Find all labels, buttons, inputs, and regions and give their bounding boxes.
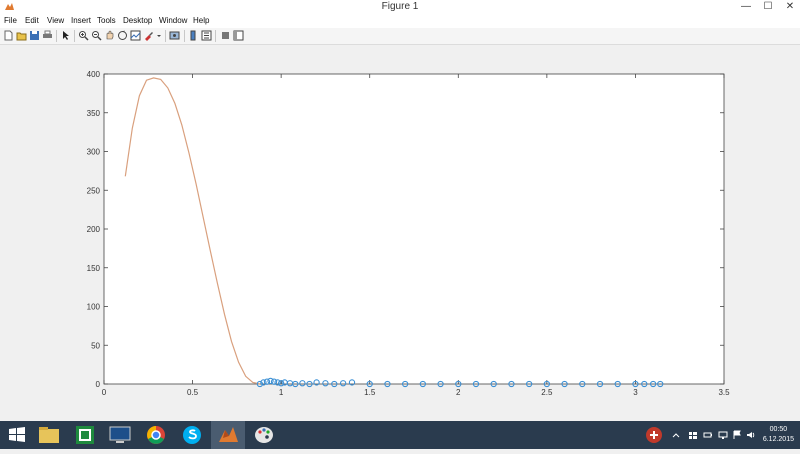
open-file-icon[interactable] [16, 30, 27, 41]
show-hidden-icons-icon[interactable] [672, 430, 680, 440]
y-tick-label: 300 [87, 148, 101, 157]
figure-toolbar [0, 28, 800, 45]
pan-icon[interactable] [104, 30, 115, 41]
brush-dropdown-icon[interactable] [156, 30, 162, 41]
x-tick-label: 2 [456, 388, 461, 397]
menu-desktop[interactable]: Desktop [123, 16, 152, 25]
taskbar-file-explorer[interactable] [32, 421, 66, 449]
paint-icon [255, 427, 273, 443]
chrome-icon [147, 426, 165, 444]
link-plot-icon[interactable] [169, 30, 180, 41]
menu-bar: File Edit View Insert Tools Desktop Wind… [0, 14, 800, 28]
volume-icon[interactable] [746, 430, 756, 440]
pointer-icon[interactable] [60, 30, 71, 41]
skype-icon [183, 426, 201, 444]
x-tick-label: 3 [633, 388, 638, 397]
window-titlebar: Figure 1 — ☐ ✕ [0, 0, 800, 14]
network-icon[interactable] [718, 430, 728, 440]
toolbar-separator [165, 30, 166, 42]
x-tick-label: 1 [279, 388, 284, 397]
axes-box [103, 73, 725, 385]
clock-time: 00:50 [769, 426, 788, 433]
save-icon[interactable] [29, 30, 40, 41]
colorbar-icon[interactable] [188, 30, 199, 41]
y-tick-label: 150 [87, 264, 101, 273]
windows-taskbar: 00:50 6.12.2015 [0, 421, 800, 449]
menu-edit[interactable]: Edit [25, 16, 39, 25]
flag-icon[interactable] [732, 430, 742, 440]
close-button[interactable]: ✕ [779, 0, 800, 14]
legend-icon[interactable] [201, 30, 212, 41]
zoom-in-icon[interactable] [78, 30, 89, 41]
window-title: Figure 1 [381, 1, 419, 12]
y-tick-label: 50 [91, 341, 100, 350]
remote-desktop-icon [109, 426, 131, 443]
y-tick-label: 400 [87, 70, 101, 79]
taskbar-skype[interactable] [175, 421, 209, 449]
y-tick-label: 350 [87, 109, 101, 118]
toolbar-separator [184, 30, 185, 42]
zoom-out-icon[interactable] [91, 30, 102, 41]
x-tick-label: 0.5 [187, 388, 199, 397]
show-plot-tools-icon[interactable] [233, 30, 244, 41]
windows-start-button[interactable] [0, 421, 34, 449]
system-clock[interactable]: 00:50 6.12.2015 [763, 425, 794, 445]
y-tick-label: 0 [96, 380, 101, 389]
brush-icon[interactable] [143, 30, 154, 41]
taskbar-paint[interactable] [247, 421, 281, 449]
hide-plot-tools-icon[interactable] [220, 30, 231, 41]
toolbar-separator [74, 30, 75, 42]
windows-start-icon [9, 427, 25, 442]
clock-date: 6.12.2015 [762, 436, 794, 443]
line-chart[interactable]: 0 0.5 1 1.5 2 2.5 3 3.5 0 50 100 150 200 250 300 350 400 [0, 45, 800, 421]
windows-flag-tray-icon[interactable] [688, 430, 698, 440]
x-tick-label: 1.5 [364, 388, 376, 397]
taskbar-chrome[interactable] [139, 421, 173, 449]
taskbar-matlab[interactable] [211, 421, 245, 449]
menu-insert[interactable]: Insert [71, 16, 91, 25]
menu-view[interactable]: View [47, 16, 64, 25]
y-tick-label: 250 [87, 186, 101, 195]
x-tick-label: 0 [102, 388, 107, 397]
menu-tools[interactable]: Tools [97, 16, 116, 25]
taskbar-remote-desktop[interactable] [103, 421, 137, 449]
matlab-icon [219, 427, 238, 442]
y-tick-label: 100 [87, 303, 101, 312]
rotate-3d-icon[interactable] [117, 30, 128, 41]
toolbar-separator [215, 30, 216, 42]
file-explorer-icon [39, 427, 59, 443]
spreadsheet-app-icon [76, 426, 94, 444]
minimize-button[interactable]: — [735, 0, 757, 14]
menu-window[interactable]: Window [159, 16, 187, 25]
antivirus-tray-icon[interactable] [644, 425, 664, 445]
figure-canvas: 0 0.5 1 1.5 2 2.5 3 3.5 0 50 100 150 200 250 300 350 400 [0, 45, 800, 421]
y-tick-label: 200 [87, 225, 101, 234]
battery-icon[interactable] [703, 430, 713, 440]
menu-help[interactable]: Help [193, 16, 209, 25]
maximize-button[interactable]: ☐ [757, 0, 779, 14]
menu-file[interactable]: File [4, 16, 17, 25]
new-figure-icon[interactable] [3, 30, 14, 41]
data-cursor-icon[interactable] [130, 30, 141, 41]
toolbar-separator [56, 30, 57, 42]
x-tick-label: 2.5 [541, 388, 553, 397]
taskbar-spreadsheet[interactable] [68, 421, 102, 449]
print-icon[interactable] [42, 30, 53, 41]
x-tick-label: 3.5 [718, 388, 730, 397]
